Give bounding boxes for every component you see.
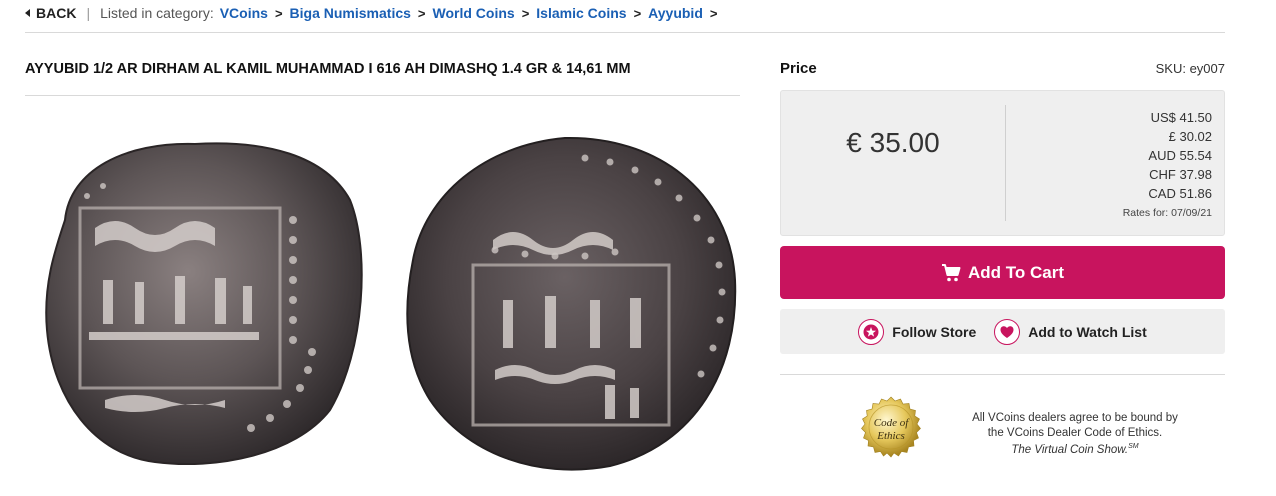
crumb-islamic-coins[interactable]: Islamic Coins [536, 5, 626, 21]
listed-in-label: Listed in category: [100, 5, 214, 21]
add-to-cart-button[interactable]: Add To Cart [780, 246, 1225, 299]
service-mark: SM [1128, 443, 1139, 450]
rate-chf: CHF 37.98 [1149, 167, 1212, 182]
sku-label: SKU: ey007 [1155, 61, 1225, 76]
crumb-separator: > [274, 5, 283, 21]
price-divider [1005, 105, 1006, 221]
rates-date: Rates for: 07/09/21 [1122, 207, 1212, 219]
price-panel: € 35.00 US$ 41.50 £ 30.02 AUD 55.54 CHF … [780, 90, 1225, 236]
currency-conversions: US$ 41.50 £ 30.02 AUD 55.54 CHF 37.98 CA… [1123, 108, 1212, 220]
crumb-separator: > [633, 5, 642, 21]
breadcrumb-rule [25, 32, 1225, 33]
follow-store-button[interactable]: Follow Store [858, 318, 977, 345]
rate-gbp: £ 30.02 [1168, 129, 1212, 144]
coin-images[interactable] [25, 100, 740, 496]
coin-obverse[interactable] [45, 142, 363, 465]
cart-icon [941, 263, 961, 281]
seal-text-line2: Ethics [876, 430, 905, 442]
crumb-separator: > [521, 5, 530, 21]
ethics-rule [780, 374, 1225, 375]
back-button[interactable]: BACK [25, 5, 76, 21]
virtual-coin-show: The Virtual Coin Show.SM [966, 440, 1184, 457]
back-label: BACK [36, 5, 77, 21]
rate-usd: US$ 41.50 [1150, 110, 1212, 125]
product-image-gallery[interactable] [25, 100, 740, 496]
add-to-cart-label: Add To Cart [967, 262, 1064, 282]
ethics-statement: All VCoins dealers agree to be bound by … [966, 411, 1184, 457]
coin-reverse[interactable] [406, 136, 737, 471]
crumb-vcoins[interactable]: VCoins [220, 5, 268, 21]
seal-text-line1: Code of [874, 417, 910, 429]
code-of-ethics-seal[interactable]: Code of Ethics [852, 396, 930, 470]
rate-aud: AUD 55.54 [1148, 148, 1212, 163]
product-title: AYYUBID 1/2 AR DIRHAM AL KAMIL MUHAMMAD … [25, 61, 631, 77]
store-actions: Follow Store Add to Watch List [780, 309, 1225, 354]
heart-icon [994, 318, 1021, 345]
watch-list-label: Add to Watch List [1028, 323, 1147, 340]
crumb-separator: > [417, 5, 426, 21]
follow-store-label: Follow Store [892, 323, 977, 340]
watch-list-button[interactable]: Add to Watch List [994, 318, 1147, 345]
back-arrow-icon [25, 9, 30, 17]
title-rule [25, 95, 740, 96]
star-icon [858, 318, 885, 345]
crumb-biga-numismatics[interactable]: Biga Numismatics [290, 5, 411, 21]
crumb-ayyubid[interactable]: Ayyubid [648, 5, 703, 21]
price-heading: Price [780, 60, 817, 77]
crumb-separator: > [709, 5, 718, 21]
rate-cad: CAD 51.86 [1148, 186, 1212, 201]
main-price: € 35.00 [846, 127, 940, 158]
breadcrumb-divider: | [86, 5, 91, 21]
breadcrumb: BACK | Listed in category: VCoins > Biga… [25, 4, 724, 22]
show-name: The Virtual Coin Show. [1011, 443, 1129, 456]
ethics-text: All VCoins dealers agree to be bound by … [972, 412, 1178, 439]
crumb-world-coins[interactable]: World Coins [433, 5, 515, 21]
